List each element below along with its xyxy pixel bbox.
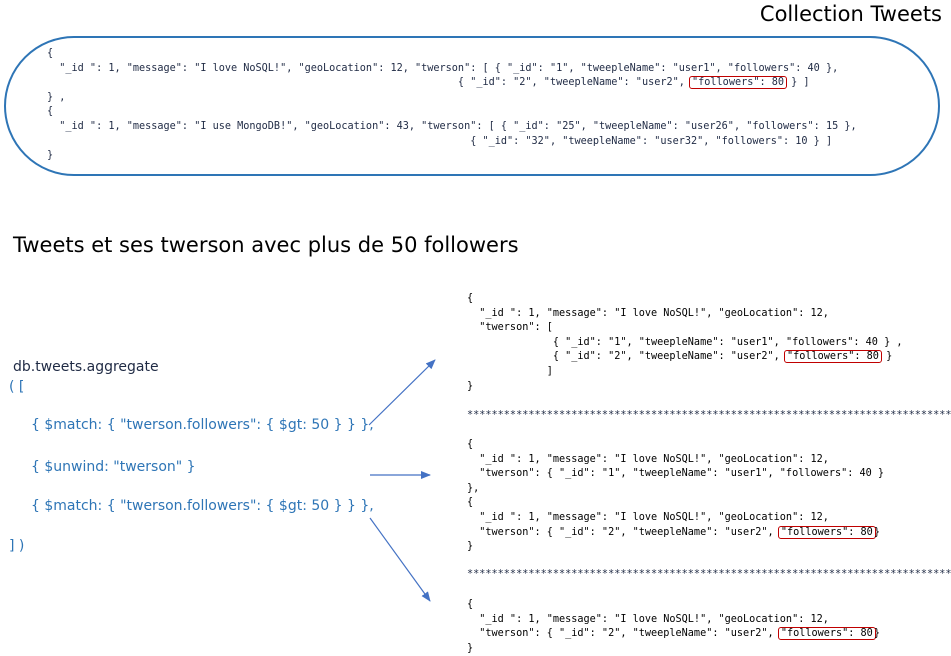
result-match-2: { "_id ": 1, "message": "I love NoSQL!",…	[467, 598, 880, 656]
separator-1: ****************************************…	[467, 410, 951, 421]
r1-l5-pre: { "_id": "2", "tweepleName": "user2",	[467, 351, 786, 363]
r2-l2: "_id ": 1, "message": "I love NoSQL!", "…	[467, 453, 829, 465]
r1-l1: {	[467, 293, 474, 304]
r2-l4: },	[467, 482, 480, 494]
r2-l5: {	[467, 497, 474, 509]
r3-l2: "_id ": 1, "message": "I love NoSQL!", "…	[467, 613, 829, 625]
r3-l3-post: }	[873, 628, 880, 640]
r1-l4-post: } ,	[877, 336, 903, 348]
r3-l1: {	[467, 599, 474, 610]
r2-l6: "_id ": 1, "message": "I love NoSQL!", "…	[467, 511, 829, 523]
r3-l4: }	[467, 642, 474, 654]
r1-l6: ]	[467, 365, 553, 377]
r1-followers-highlight: "followers": 80	[783, 350, 882, 364]
r1-l5-post: }	[879, 351, 893, 363]
result-unwind: { "_id ": 1, "message": "I love NoSQL!",…	[467, 438, 884, 555]
arrow-to-result-1	[368, 359, 436, 426]
separator-2: ****************************************…	[467, 569, 951, 580]
r3-l3-pre: "twerson": { "_id": "2", "tweepleName": …	[467, 628, 780, 640]
r3-followers-highlight: "followers": 80	[777, 627, 876, 641]
r1-l7: }	[467, 380, 474, 392]
r1-l4-followers: "followers": 40	[785, 336, 878, 348]
r2-l3: "twerson": { "_id": "1", "tweepleName": …	[467, 468, 885, 480]
r2-l8: }	[467, 541, 474, 553]
r1-l3: "twerson": [	[467, 322, 553, 334]
result-match-1: { "_id ": 1, "message": "I love NoSQL!",…	[467, 292, 903, 394]
r2-l7-pre: "twerson": { "_id": "2", "tweepleName": …	[467, 526, 780, 538]
arrow-to-result-3	[369, 517, 431, 602]
r2-followers-highlight: "followers": 80	[777, 525, 876, 539]
r1-l4-pre: { "_id": "1", "tweepleName": "user1",	[467, 336, 786, 348]
r2-l1: {	[467, 439, 474, 450]
r2-l7-post: }	[873, 526, 880, 538]
r1-l2: "_id ": 1, "message": "I love NoSQL!", "…	[467, 307, 829, 319]
